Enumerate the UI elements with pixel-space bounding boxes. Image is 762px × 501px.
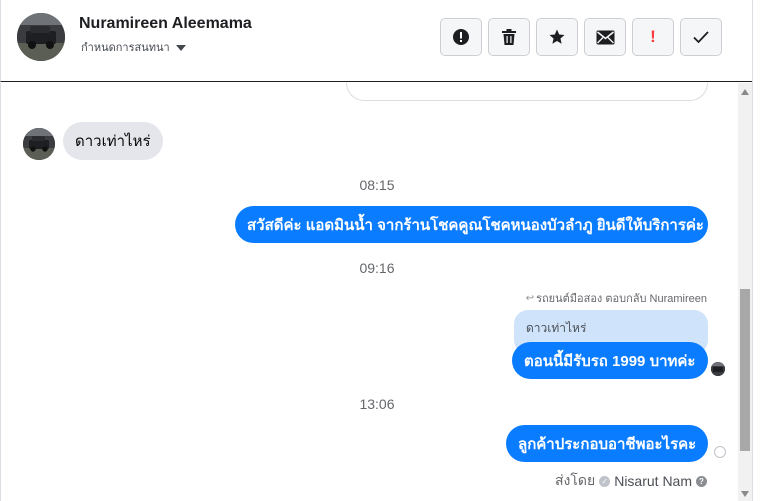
delete-button[interactable] [488,18,530,56]
reply-context: ↩ รถยนต์มือสอง ตอบกลับ Nuramireen [526,289,707,307]
checkmark-icon [692,30,710,44]
seen-avatar [711,362,725,376]
message-timestamp: 13:06 [359,396,395,412]
report-button[interactable] [440,18,482,56]
outgoing-message[interactable]: ตอนนี้มีรับรถ 1999 บาทค่ะ [512,342,708,379]
contact-avatar[interactable] [17,13,65,61]
scrollbar[interactable] [738,83,752,501]
reply-arrow-icon: ↩ [525,292,535,304]
message-timestamp: 08:15 [359,177,395,193]
star-icon [548,28,566,46]
sent-by-label: ส่งโดย [555,472,596,488]
mark-unread-button[interactable] [584,18,626,56]
conversation-settings-dropdown[interactable]: กำหนดการสนทนา [81,38,186,56]
sent-by-agent[interactable]: Nisarut Nam [614,473,692,489]
mark-important-button[interactable]: ! [632,18,674,56]
window-edge [752,0,762,501]
help-icon[interactable]: ? [696,475,707,487]
scrollbar-thumb[interactable] [740,289,750,451]
caret-down-icon [175,44,186,51]
sent-by-info: ส่งโดย ✓ Nisarut Nam ? [555,470,707,492]
contact-name[interactable]: Nuramireen Aleemama [79,15,252,33]
delivered-status-icon [714,446,726,458]
contact-avatar-small[interactable] [23,128,55,160]
scroll-down-arrow-icon[interactable] [741,491,749,497]
exclamation-icon: ! [650,27,656,46]
outgoing-message[interactable]: สวัสดีค่ะ แอดมินน้ำ จากร้านโชคคูณโชคหนอง… [235,206,708,243]
conversation-header: Nuramireen Aleemama กำหนดการสนทนา ! [0,0,752,82]
conversation-settings-label: กำหนดการสนทนา [81,42,170,54]
message-timestamp: 09:16 [359,260,395,276]
scroll-up-arrow-icon[interactable] [741,89,749,95]
check-badge-icon: ✓ [599,475,611,487]
previous-message-card [346,83,708,101]
star-button[interactable] [536,18,578,56]
incoming-message[interactable]: ดาวเท่าไหร่ [63,122,163,160]
envelope-icon [596,30,615,45]
outgoing-message[interactable]: ลูกค้าประกอบอาชีพอะไรคะ [506,425,708,462]
alert-circle-icon [452,28,470,46]
mark-done-button[interactable] [680,18,722,56]
reply-context-text: รถยนต์มือสอง ตอบกลับ Nuramireen [536,293,707,305]
message-thread[interactable]: ดาวเท่าไหร่ 08:15 สวัสดีค่ะ แอดมินน้ำ จา… [0,83,752,501]
trash-icon [501,28,517,46]
